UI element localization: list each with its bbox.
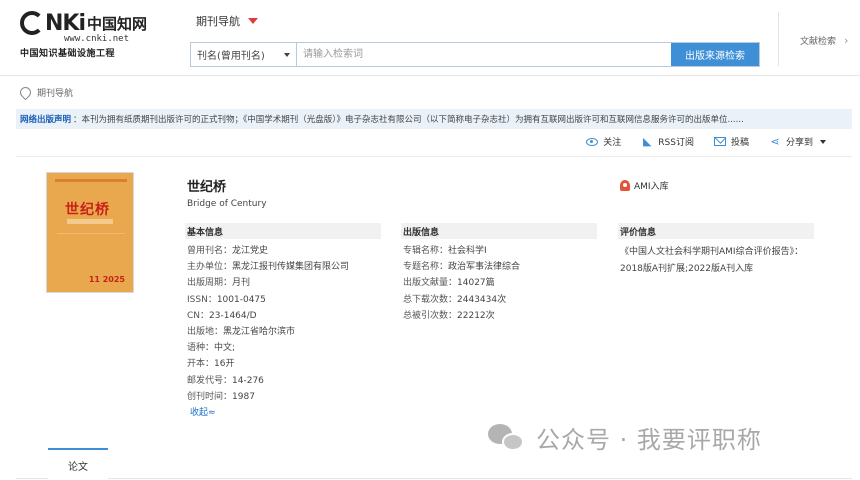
- search-bar: 刊名(曾用刊名) 出版来源检索: [190, 42, 760, 67]
- journal-actions: 关注 ◣ RSS订阅 投稿 ⋖ 分享到: [586, 135, 826, 148]
- top-header: NKi 中国知网 www.cnki.net 中国知识基础设施工程 期刊导航 刊名…: [0, 0, 860, 76]
- info-row-former-name: 曾用刊名：龙江党史: [187, 246, 269, 256]
- location-pin-icon: [20, 87, 29, 98]
- rss-icon: ◣: [643, 135, 652, 148]
- submit-label: 投稿: [730, 138, 749, 148]
- logo-brand: NKi 中国知网: [20, 10, 160, 36]
- follow-button[interactable]: 关注: [586, 135, 621, 148]
- info-row-topic: 专题名称：政治军事法律综合: [403, 262, 521, 273]
- dropdown-arrow-icon: [284, 52, 290, 57]
- collapse-link[interactable]: 收起≈: [190, 408, 216, 418]
- info-row-cn: CN：23-1464/D: [187, 310, 257, 321]
- ami-badge: AMI入库: [620, 179, 669, 192]
- header-divider: [778, 12, 779, 66]
- info-row-downloads: 总下载次数：2443434次: [403, 294, 507, 305]
- search-input[interactable]: [297, 43, 671, 66]
- follow-label: 关注: [603, 138, 622, 148]
- info-row-postal: 邮发代号：14-276: [187, 375, 264, 386]
- rss-label: RSS订阅: [658, 138, 694, 148]
- rss-button[interactable]: ◣ RSS订阅: [641, 135, 694, 148]
- info-row-place: 出版地：黑龙江省哈尔滨市: [187, 326, 296, 337]
- mail-icon: [713, 136, 726, 148]
- cover-title: 世纪桥: [65, 202, 110, 218]
- info-row-founded: 创刊时间：1987: [187, 391, 255, 402]
- wechat-watermark: 公众号 · 我要评职称: [488, 420, 762, 455]
- section-divider: [16, 156, 852, 157]
- breadcrumb: 期刊导航: [20, 86, 73, 99]
- share-icon: ⋖: [770, 135, 780, 148]
- share-label: 分享到: [785, 138, 813, 148]
- journal-english-title: Bridge of Century: [187, 199, 267, 209]
- watermark-text: 公众号 · 我要评职称: [536, 426, 762, 454]
- info-row-format: 开本：16开: [187, 359, 235, 370]
- chevron-right-icon: ›: [844, 34, 849, 47]
- info-row-citations: 总被引次数：22212次: [403, 310, 495, 321]
- doc-search-label: 文献检索: [800, 37, 837, 47]
- search-field-label: 刊名(曾用刊名): [197, 51, 265, 62]
- info-row-count: 出版文献量：14027篇: [403, 278, 495, 289]
- basic-info-list: 曾用刊名：龙江党史 主办单位：黑龙江报刊传媒集团有限公司 出版周期：月刊 ISS…: [187, 243, 349, 421]
- wechat-icon: [488, 422, 528, 454]
- search-field-select[interactable]: 刊名(曾用刊名): [191, 43, 297, 66]
- info-row-series: 专辑名称：社会科学I: [403, 246, 487, 256]
- info-row-period: 出版周期：月刊: [187, 278, 251, 289]
- journal-cover-image: 世纪桥 11 2025: [46, 172, 134, 293]
- publishing-info-heading: 出版信息: [401, 223, 597, 239]
- logo-project: 中国知识基础设施工程: [20, 49, 116, 59]
- cover-issue: 11 2025: [88, 275, 125, 284]
- caret-down-icon: [820, 139, 826, 144]
- ami-label: AMI入库: [634, 182, 669, 192]
- caret-down-icon: [248, 18, 258, 24]
- cnki-logo[interactable]: NKi 中国知网 www.cnki.net 中国知识基础设施工程: [20, 10, 160, 62]
- basic-info-heading: 基本信息: [185, 223, 381, 239]
- submit-button[interactable]: 投稿: [713, 135, 749, 148]
- logo-c-mark: [20, 11, 44, 35]
- declaration-label: 网络出版声明: [20, 115, 72, 125]
- doc-search-link[interactable]: 文献检索 ›: [800, 34, 848, 47]
- evaluation-text: 《中国人文社会科学期刊AMI综合评价报告》：2018版A刊扩展;2022版A刊入…: [620, 247, 804, 274]
- search-button[interactable]: 出版来源检索: [671, 43, 759, 66]
- nav-title-label: 期刊导航: [196, 15, 240, 28]
- info-row-sponsor: 主办单位：黑龙江报刊传媒集团有限公司: [187, 262, 350, 273]
- info-row-language: 语种：中文;: [187, 343, 236, 354]
- declaration-text: ：本刊为拥有纸质期刊出版许可的正式刊物；《中国学术期刊（光盘版）》电子杂志社有限…: [73, 115, 744, 125]
- share-button[interactable]: ⋖ 分享到: [769, 135, 826, 148]
- info-row-issn: ISSN：1001-0475: [187, 294, 266, 305]
- eye-icon: [586, 136, 599, 148]
- evaluation-info-heading: 评价信息: [618, 223, 814, 239]
- journal-title: 世纪桥: [187, 180, 227, 195]
- award-icon: [620, 180, 630, 191]
- tab-bar-line: [16, 478, 852, 479]
- publishing-info-list: 专辑名称：社会科学I 专题名称：政治军事法律综合 出版文献量：14027篇 总下…: [403, 243, 520, 324]
- breadcrumb-journal-nav[interactable]: 期刊导航: [37, 86, 73, 99]
- logo-url: www.cnki.net: [64, 34, 130, 44]
- publishing-declaration: 网络出版声明 ：本刊为拥有纸质期刊出版许可的正式刊物；《中国学术期刊（光盘版）》…: [16, 109, 852, 129]
- tab-papers[interactable]: 论文: [48, 448, 108, 480]
- journal-nav-dropdown[interactable]: 期刊导航: [196, 13, 258, 29]
